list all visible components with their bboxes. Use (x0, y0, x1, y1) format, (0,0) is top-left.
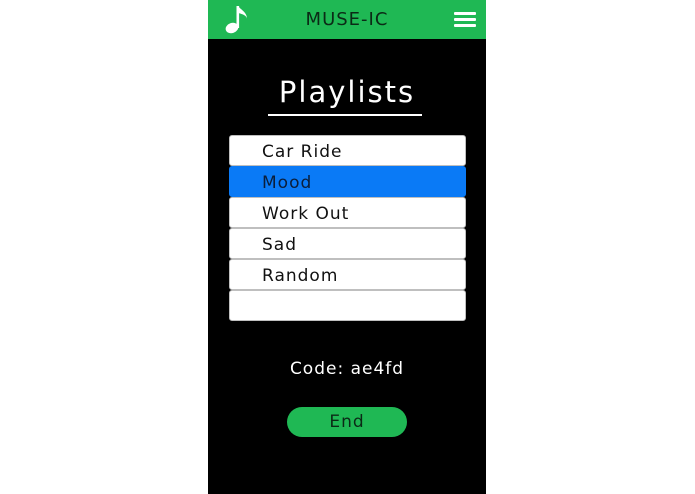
title-underline (268, 114, 422, 116)
playlist-item-label: Random (262, 266, 339, 286)
page-title: Playlists (278, 75, 416, 109)
playlist-item-empty[interactable] (229, 290, 466, 321)
menu-line (454, 18, 476, 21)
playlist-item-label: Work Out (262, 204, 350, 224)
playlist-item-random[interactable]: Random (229, 259, 466, 290)
playlist-item-label: Car Ride (262, 142, 343, 162)
menu-line (454, 24, 476, 27)
playlist-item-sad[interactable]: Sad (229, 228, 466, 259)
playlist-item-label: Mood (262, 173, 313, 193)
playlist-item-work-out[interactable]: Work Out (229, 197, 466, 228)
app-screen: MUSE-IC Playlists Car Ride Mood Work Out… (208, 0, 486, 494)
hamburger-menu-icon[interactable] (454, 12, 476, 28)
playlist-item-mood[interactable]: Mood (229, 166, 466, 197)
playlist-item-label: Sad (262, 235, 297, 255)
end-button[interactable]: End (287, 407, 407, 437)
music-note-icon (225, 6, 247, 34)
playlist-item-car-ride[interactable]: Car Ride (229, 135, 466, 166)
top-bar: MUSE-IC (208, 0, 486, 39)
session-code: Code: ae4fd (289, 359, 405, 379)
menu-line (454, 12, 476, 15)
